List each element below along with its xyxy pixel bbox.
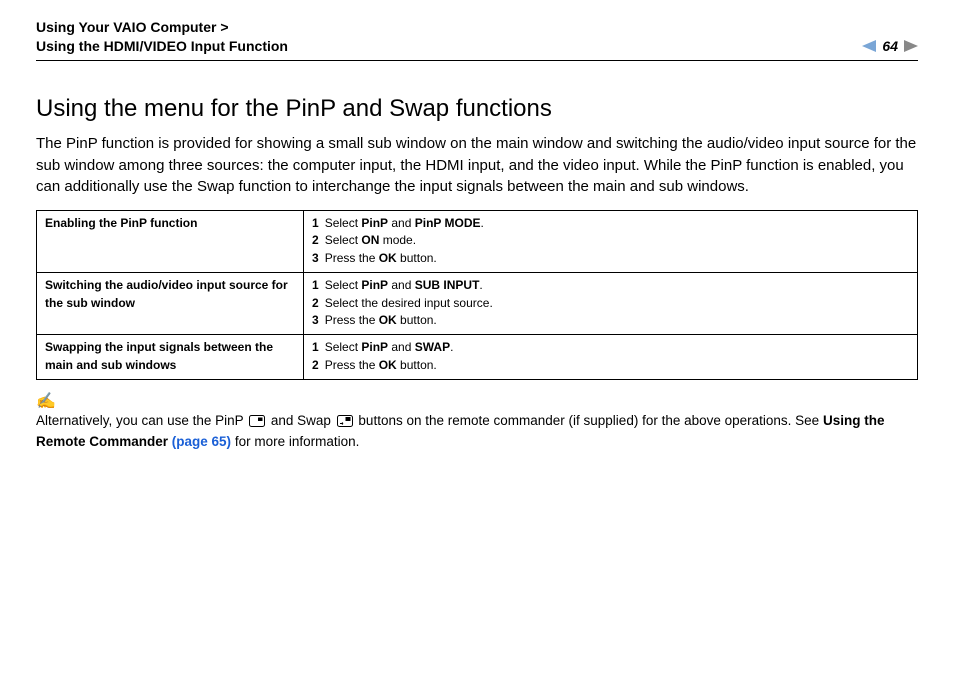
step-line: 3Press the OK button. <box>312 312 909 329</box>
note-text-mid: and Swap <box>267 413 335 428</box>
pinp-button-icon <box>249 414 265 433</box>
note-text-pre: Alternatively, you can use the PinP <box>36 413 247 428</box>
note-text-post2: for more information. <box>231 434 359 449</box>
page-title: Using the menu for the PinP and Swap fun… <box>36 95 918 123</box>
note-paragraph: Alternatively, you can use the PinP and … <box>36 412 918 452</box>
step-line: 1Select PinP and SWAP. <box>312 339 909 356</box>
table-row-steps: 1Select PinP and SWAP.2Press the OK butt… <box>304 335 918 380</box>
breadcrumb: Using Your VAIO Computer > Using the HDM… <box>36 18 288 56</box>
table-row-label: Switching the audio/video input source f… <box>37 273 304 335</box>
step-line: 1Select PinP and SUB INPUT. <box>312 277 909 294</box>
next-page-icon[interactable] <box>904 39 918 53</box>
note-icon: ✍ <box>36 394 918 410</box>
table-row-label: Enabling the PinP function <box>37 211 304 273</box>
page-nav: 64 <box>862 38 918 56</box>
step-line: 2Select the desired input source. <box>312 295 909 312</box>
document-page: Using Your VAIO Computer > Using the HDM… <box>0 0 954 674</box>
breadcrumb-section[interactable]: Using Your VAIO Computer > <box>36 18 288 37</box>
prev-page-icon[interactable] <box>862 39 876 53</box>
step-line: 2Select ON mode. <box>312 232 909 249</box>
page-number: 64 <box>882 38 898 54</box>
table-row: Swapping the input signals between the m… <box>37 335 918 380</box>
table-row: Switching the audio/video input source f… <box>37 273 918 335</box>
step-line: 3Press the OK button. <box>312 250 909 267</box>
table-row-steps: 1Select PinP and PinP MODE.2Select ON mo… <box>304 211 918 273</box>
page-header: Using Your VAIO Computer > Using the HDM… <box>36 18 918 61</box>
table-row: Enabling the PinP function1Select PinP a… <box>37 211 918 273</box>
step-line: 2Press the OK button. <box>312 357 909 374</box>
note-text-post1: buttons on the remote commander (if supp… <box>355 413 823 428</box>
page-content: Using the menu for the PinP and Swap fun… <box>36 61 918 452</box>
swap-button-icon <box>337 414 353 433</box>
step-line: 1Select PinP and PinP MODE. <box>312 215 909 232</box>
functions-table: Enabling the PinP function1Select PinP a… <box>36 210 918 380</box>
intro-paragraph: The PinP function is provided for showin… <box>36 133 918 198</box>
table-row-steps: 1Select PinP and SUB INPUT.2Select the d… <box>304 273 918 335</box>
table-row-label: Swapping the input signals between the m… <box>37 335 304 380</box>
note-page-link[interactable]: (page 65) <box>172 434 231 449</box>
breadcrumb-subsection[interactable]: Using the HDMI/VIDEO Input Function <box>36 37 288 56</box>
